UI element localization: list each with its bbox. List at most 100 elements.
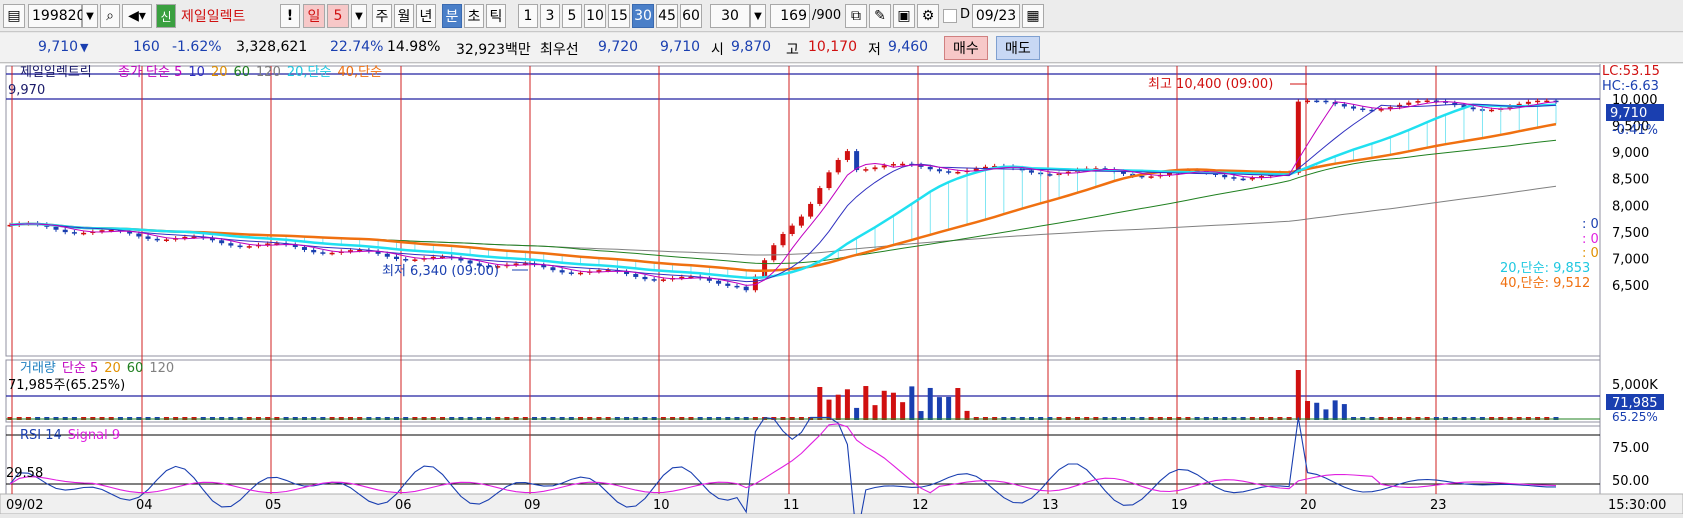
price-y-tick: 8,000 xyxy=(1612,199,1649,214)
candle-body xyxy=(743,286,749,291)
legend-item: 120 xyxy=(256,65,281,80)
interval-button-60[interactable]: 60 xyxy=(680,4,702,28)
interval-button-분[interactable]: 분 xyxy=(442,4,462,28)
indicator-icon[interactable]: ⧉ xyxy=(845,4,867,28)
candle-body xyxy=(946,171,952,173)
best-ask: 9,720 xyxy=(598,39,639,55)
legend-item: 60 xyxy=(127,361,144,376)
x-axis-label: 23 xyxy=(1430,498,1447,513)
candle-body xyxy=(881,165,887,168)
candle-body xyxy=(1351,106,1357,109)
volume-bar xyxy=(955,388,961,420)
candle-body xyxy=(71,232,77,234)
rsi-legend: RSI 14 Signal 9 xyxy=(20,428,120,443)
candle-body xyxy=(890,164,896,166)
volume-bar xyxy=(936,397,942,420)
interval-button-초[interactable]: 초 xyxy=(464,4,484,28)
volume-bar xyxy=(1332,400,1338,420)
candle-body xyxy=(1360,108,1366,111)
candle-body xyxy=(329,252,335,255)
chart-area[interactable]: 10,000 9,500 9,000 8,500 8,000 7,500 7,000 6,50… xyxy=(0,64,1683,518)
candle-body xyxy=(301,247,307,250)
candle-body xyxy=(900,163,906,166)
candle-body xyxy=(1415,101,1421,103)
interval-button-45[interactable]: 45 xyxy=(656,4,678,28)
interval-button-틱[interactable]: 틱 xyxy=(486,4,506,28)
lc-label: LC:53.15 xyxy=(1602,64,1660,79)
low-annotation: 최저 6,340 (09:00) xyxy=(382,264,499,279)
interval-button-15[interactable]: 15 xyxy=(608,4,630,28)
speaker-icon[interactable]: ◀▾ xyxy=(122,4,152,28)
current-price: 9,710 xyxy=(38,39,79,55)
candle-body xyxy=(844,151,850,160)
stock-chart[interactable]: 10,0009,5009,0008,5008,0007,5007,0006,50… xyxy=(0,64,1683,518)
interval-dropdown-icon[interactable]: ▼ xyxy=(750,4,766,28)
search-icon[interactable]: ⌕ xyxy=(100,4,120,28)
ma20-label: 20,단순: 9,853 xyxy=(1500,261,1590,276)
candle-body xyxy=(550,267,556,271)
count-total: /900 xyxy=(812,8,842,23)
period-button[interactable]: 일 xyxy=(303,4,325,28)
x-axis-label: 05 xyxy=(265,498,282,513)
volume-legend: 거래량 단순 5 20 60 120 xyxy=(20,361,174,376)
sin-badge: 신 xyxy=(156,4,176,28)
candle-body xyxy=(154,238,160,241)
volume-bar xyxy=(927,387,933,420)
candle-body xyxy=(1028,170,1034,173)
trade-amount: 32,923백만 xyxy=(456,42,531,58)
interval-button-월[interactable]: 월 xyxy=(394,4,414,28)
price-y-tick: 8,500 xyxy=(1612,173,1649,188)
candle-body xyxy=(311,249,317,253)
candle-body xyxy=(1047,174,1053,176)
x-axis-label: 04 xyxy=(136,498,153,513)
candle-body xyxy=(716,280,722,284)
low-label: 저 xyxy=(868,42,881,58)
legend-item: 120 xyxy=(149,361,174,376)
candle-body xyxy=(1222,174,1228,178)
interval-button-30[interactable]: 30 xyxy=(632,4,654,28)
quote-info-bar: 9,710 ▼ 160 -1.62% 3,328,621 22.74% 14.9… xyxy=(0,33,1683,63)
alert-icon[interactable]: ! xyxy=(280,4,300,28)
candle-body xyxy=(872,167,878,170)
count-input[interactable]: 169 xyxy=(770,4,810,28)
candle-body xyxy=(403,259,409,261)
candle-body xyxy=(384,253,390,257)
date-input[interactable]: 09/23 xyxy=(972,4,1020,28)
period-num[interactable]: 5 xyxy=(327,4,349,28)
gear-icon[interactable]: ⚙ xyxy=(917,4,939,28)
chart-menu-icon[interactable]: ▤ xyxy=(3,4,25,28)
candle-body xyxy=(1535,100,1541,103)
candle-body xyxy=(136,233,142,237)
calendar-icon[interactable]: ▦ xyxy=(1022,4,1044,28)
candle-body xyxy=(1424,100,1430,103)
d-checkbox[interactable] xyxy=(943,9,957,23)
interval-button-년[interactable]: 년 xyxy=(416,4,436,28)
interval-button-1[interactable]: 1 xyxy=(518,4,538,28)
sell-button[interactable]: 매도 xyxy=(996,36,1040,60)
candle-body xyxy=(467,260,473,264)
legend-item: 60 xyxy=(233,65,250,80)
interval-button-5[interactable]: 5 xyxy=(562,4,582,28)
zero-3: : 0 xyxy=(1582,246,1599,261)
volume-bar xyxy=(1314,402,1320,420)
candle-body xyxy=(1470,107,1476,110)
volume-bar xyxy=(900,402,906,420)
interval-select[interactable]: 30 xyxy=(710,4,750,28)
stock-code-input[interactable]: 199820 xyxy=(28,4,85,28)
save-icon[interactable]: ▣ xyxy=(893,4,915,28)
code-dropdown-icon[interactable]: ▼ xyxy=(82,4,98,28)
ratio-1: 22.74% xyxy=(330,39,384,55)
stock-name[interactable]: 제일일렉트 xyxy=(178,4,276,28)
interval-button-10[interactable]: 10 xyxy=(584,4,606,28)
volume-bar xyxy=(1323,409,1329,420)
price-y-tick: 6,500 xyxy=(1612,279,1649,294)
candle-body xyxy=(320,252,326,254)
interval-button-3[interactable]: 3 xyxy=(540,4,560,28)
interval-button-주[interactable]: 주 xyxy=(372,4,392,28)
candle-body xyxy=(81,232,87,235)
stock-name-legend: 제일일렉트릭 xyxy=(20,65,92,80)
legend-item: 거래량 xyxy=(20,361,56,376)
buy-button[interactable]: 매수 xyxy=(944,36,988,60)
tools-icon[interactable]: ✎ xyxy=(869,4,891,28)
period-dropdown-icon[interactable]: ▼ xyxy=(351,4,367,28)
